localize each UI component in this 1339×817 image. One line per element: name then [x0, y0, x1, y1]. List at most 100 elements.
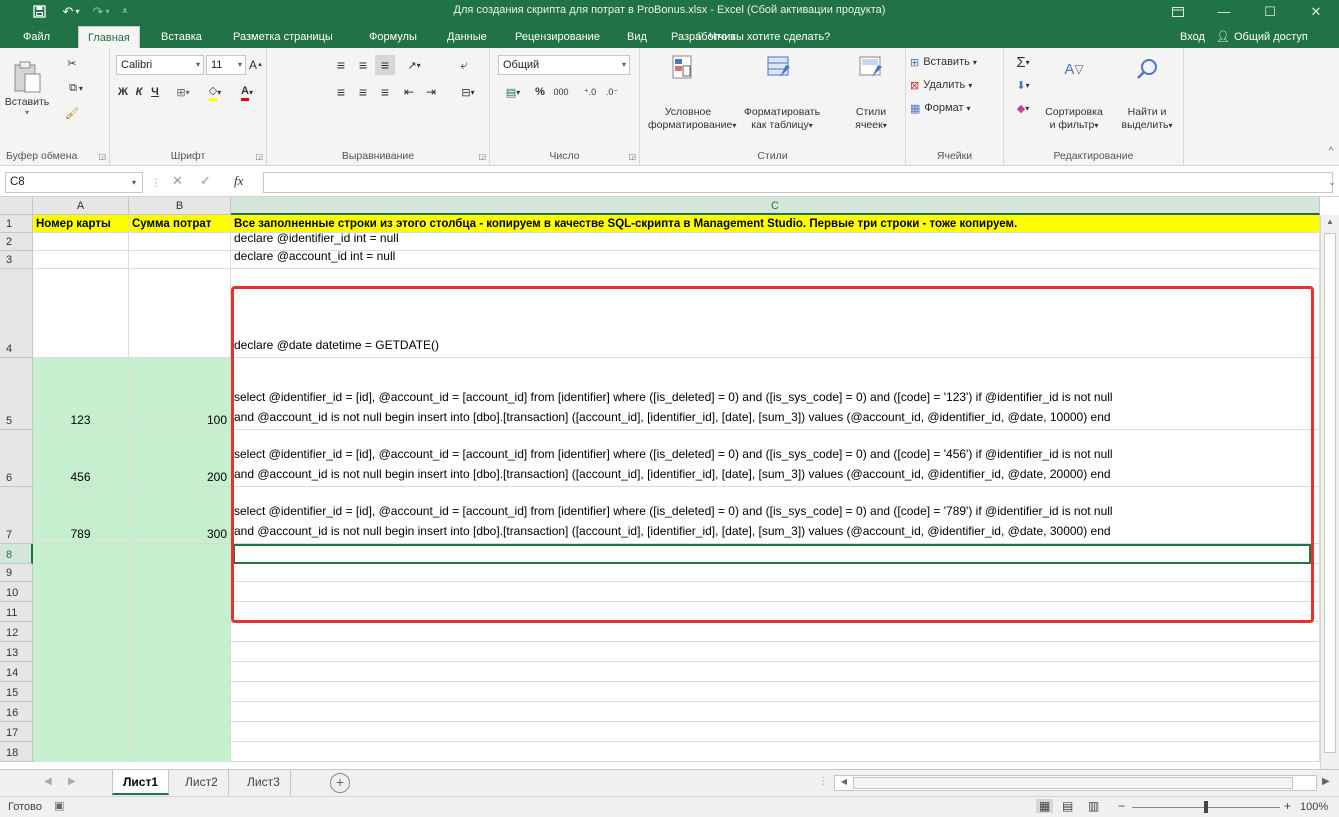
insert-cells-button[interactable]: ⊞ Вставить ▾ — [910, 52, 1000, 72]
insert-function-button[interactable]: fx — [234, 173, 243, 189]
row-header-15[interactable]: 15 — [0, 682, 33, 702]
cell-c16[interactable] — [231, 702, 1320, 722]
align-bottom-icon[interactable]: ≡ — [375, 55, 395, 75]
column-header-b[interactable]: B — [129, 197, 231, 215]
ribbon-display-icon[interactable] — [1155, 0, 1201, 23]
row-header-2[interactable]: 2 — [0, 233, 33, 251]
increase-font-icon[interactable]: A ▲ — [248, 56, 264, 74]
cell-c7[interactable]: select @identifier_id = [id], @account_i… — [231, 487, 1320, 544]
next-sheet-icon[interactable]: ▶ — [68, 776, 76, 787]
cell-a3[interactable] — [33, 251, 129, 269]
row-header-1[interactable]: 1 — [0, 215, 33, 233]
sort-filter-icon[interactable]: A ▽ — [1058, 54, 1090, 84]
font-launcher-icon[interactable]: ◲ — [255, 152, 263, 161]
tab-view[interactable]: Вид — [618, 26, 656, 48]
cell-c10[interactable] — [231, 582, 1320, 602]
percent-button[interactable]: % — [532, 82, 548, 102]
cell-a6[interactable]: 456 — [33, 430, 129, 487]
cell-a7[interactable]: 789 — [33, 487, 129, 544]
font-size-select[interactable]: 11 ▾ — [206, 55, 246, 75]
merge-center-icon[interactable]: ⊟ ▾ — [453, 82, 483, 102]
sheet-tab-1[interactable]: Лист1 — [112, 770, 170, 795]
expand-formula-bar-icon[interactable]: ⌄ — [1326, 175, 1338, 189]
cell-a1[interactable]: Номер карты — [33, 215, 129, 233]
cell-c12[interactable] — [231, 622, 1320, 642]
tab-insert[interactable]: Вставка — [152, 26, 211, 48]
font-name-select[interactable]: Calibri ▾ — [116, 55, 204, 75]
page-layout-view-icon[interactable]: ▤ — [1062, 799, 1073, 813]
italic-button[interactable]: К — [132, 82, 146, 102]
cell-c11[interactable] — [231, 602, 1320, 622]
cell-c2[interactable]: declare @identifier_id int = null — [231, 233, 1320, 251]
copy-icon[interactable]: ⧉ ▾ — [60, 79, 92, 97]
redo-icon[interactable]: ↷ ▾ — [88, 2, 114, 21]
row-header-13[interactable]: 13 — [0, 642, 33, 662]
cell-a4[interactable] — [33, 269, 129, 358]
cell-c4[interactable]: declare @date datetime = GETDATE() — [231, 269, 1320, 358]
enter-formula-icon[interactable]: ✓ — [200, 173, 211, 189]
column-header-c[interactable]: C — [231, 197, 1320, 215]
decrease-indent-icon[interactable]: ⇤ — [399, 82, 419, 102]
tab-split-grip-icon[interactable]: ⋮ — [818, 776, 828, 787]
horizontal-scroll-thumb[interactable] — [853, 777, 1293, 789]
cell-styles-label[interactable]: Стили ячеек▾ — [848, 106, 894, 132]
cell-b1[interactable]: Сумма потрат — [129, 215, 231, 233]
comma-style-button[interactable]: 000 — [550, 82, 572, 102]
row-header-11[interactable]: 11 — [0, 602, 33, 622]
tell-me-search[interactable]: 💡︎ Что вы хотите сделать? — [696, 26, 830, 48]
cut-icon[interactable]: ✂ — [60, 54, 84, 72]
borders-icon[interactable]: ⊞ ▾ — [170, 82, 196, 102]
format-as-table-label[interactable]: Форматировать как таблицу▾ — [740, 106, 824, 132]
row-header-9[interactable]: 9 — [0, 564, 33, 582]
zoom-in-icon[interactable]: + — [1284, 799, 1291, 813]
cell-b3[interactable] — [129, 251, 231, 269]
bold-button[interactable]: Ж — [116, 82, 130, 102]
cell-c17[interactable] — [231, 722, 1320, 742]
column-header-a[interactable]: A — [33, 197, 129, 215]
share-button[interactable]: 👤︎ Общий доступ — [1216, 26, 1308, 48]
delete-cells-button[interactable]: ⊠ Удалить ▾ — [910, 75, 1000, 95]
vertical-scrollbar[interactable]: ▲ — [1320, 215, 1339, 769]
cancel-formula-icon[interactable]: ✕ — [172, 173, 183, 189]
align-right-icon[interactable]: ≡ — [375, 82, 395, 102]
paste-button[interactable]: Вставить ▾ — [5, 52, 49, 124]
row-header-10[interactable]: 10 — [0, 582, 33, 602]
cell-a2[interactable] — [33, 233, 129, 251]
minimize-icon[interactable]: — — [1201, 0, 1247, 23]
cell-c3[interactable]: declare @account_id int = null — [231, 251, 1320, 269]
cell-c5[interactable]: select @identifier_id = [id], @account_i… — [231, 358, 1320, 430]
row-header-16[interactable]: 16 — [0, 702, 33, 722]
cell-b4[interactable] — [129, 269, 231, 358]
cell-c9[interactable] — [231, 564, 1320, 582]
macro-record-icon[interactable]: ▣ — [54, 799, 64, 812]
fill-icon[interactable]: ⬇ ▾ — [1010, 75, 1036, 95]
row-header-6[interactable]: 6 — [0, 430, 33, 487]
orientation-icon[interactable]: ↗ ▾ — [399, 55, 429, 75]
collapse-ribbon-icon[interactable]: ^ — [1325, 144, 1337, 158]
row-header-8[interactable]: 8 — [0, 544, 33, 564]
scroll-left-icon[interactable]: ◀ — [837, 777, 851, 789]
number-launcher-icon[interactable]: ◲ — [628, 152, 636, 161]
formula-input[interactable] — [263, 172, 1333, 193]
autosum-icon[interactable]: Σ ▾ — [1010, 52, 1036, 72]
scroll-up-icon[interactable]: ▲ — [1323, 217, 1337, 231]
row-header-17[interactable]: 17 — [0, 722, 33, 742]
sign-in-link[interactable]: Вход — [1180, 26, 1205, 48]
cell-b6[interactable]: 200 — [129, 430, 231, 487]
cell-b7[interactable]: 300 — [129, 487, 231, 544]
normal-view-icon[interactable]: ▦ — [1036, 799, 1054, 813]
cell-c14[interactable] — [231, 662, 1320, 682]
cell-b2[interactable] — [129, 233, 231, 251]
row-header-5[interactable]: 5 — [0, 358, 33, 430]
select-all-corner[interactable] — [0, 197, 33, 215]
tab-formulas[interactable]: Формулы — [360, 26, 426, 48]
cell-c8[interactable] — [231, 544, 1320, 564]
align-left-icon[interactable]: ≡ — [331, 82, 351, 102]
maximize-icon[interactable]: ☐ — [1247, 0, 1293, 23]
page-break-view-icon[interactable]: ▥ — [1088, 799, 1099, 813]
sheet-tab-2[interactable]: Лист2 — [175, 770, 229, 795]
alignment-launcher-icon[interactable]: ◲ — [478, 152, 486, 161]
format-painter-icon[interactable]: 🖌︎ — [60, 104, 84, 122]
tab-home[interactable]: Главная — [78, 26, 140, 48]
tab-data[interactable]: Данные — [438, 26, 496, 48]
